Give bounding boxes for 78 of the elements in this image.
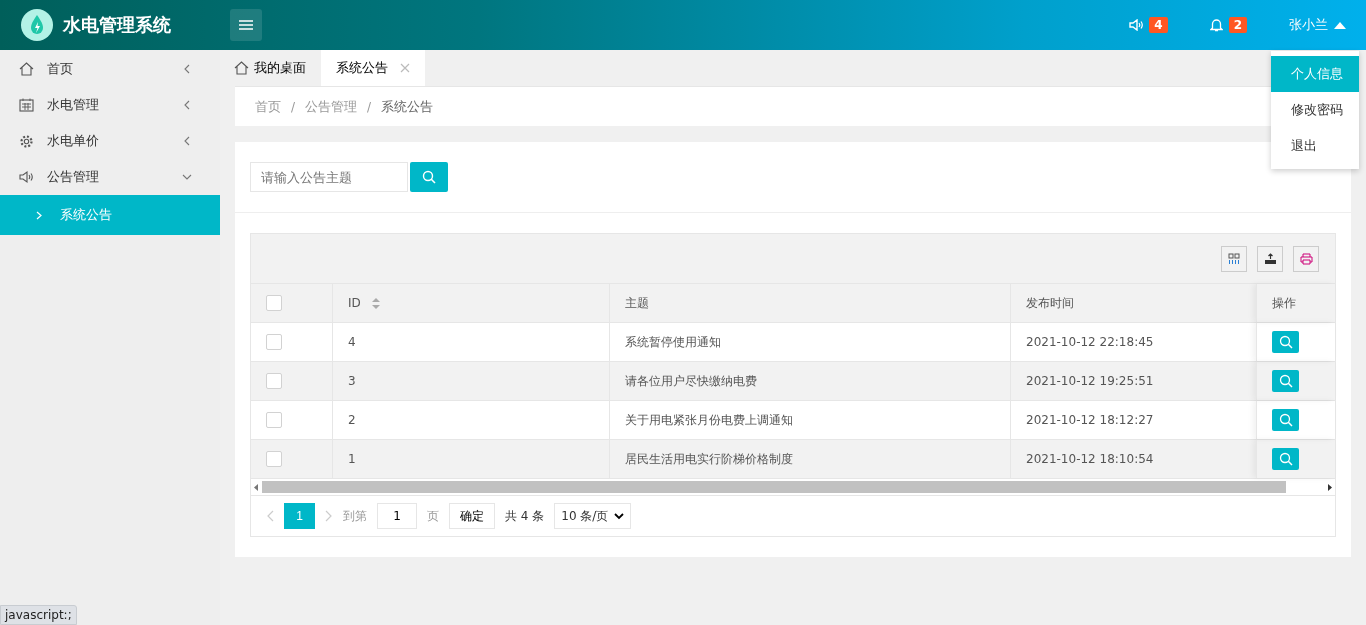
grid-icon [1228,252,1240,265]
table-cell: 关于用电紧张月份电费上调通知 [625,411,793,429]
table-cell: 请各位用户尽快缴纳电费 [625,372,757,390]
breadcrumb-separator: / [367,99,372,114]
search-field[interactable]: 请输入公告主题 [250,162,408,192]
checkbox[interactable] [266,295,282,311]
print-button[interactable] [1293,245,1319,272]
gear-icon [19,133,34,149]
table-cell: 2021-10-12 19:25:51 [1026,374,1154,388]
sidebar-item[interactable]: 首页 [0,51,220,87]
sidebar-item[interactable]: 水电管理 [0,87,220,123]
page-size-select[interactable]: 10 条/页 [554,503,632,529]
column-header: 主题 [625,294,649,312]
sidebar-item[interactable]: 公告管理 [0,159,220,195]
sort-icon[interactable] [370,296,381,310]
status-url-tooltip: javascript:; [0,605,77,625]
search-icon [1278,413,1293,427]
menu-item[interactable]: 退出 [1271,128,1359,164]
view-button[interactable] [1272,331,1299,353]
chevron-down-icon [614,512,625,520]
table-cell: 2021-10-12 18:10:54 [1026,452,1154,466]
goto-label: 到第 [343,507,367,525]
table-cell: 1 [348,452,356,466]
total-count: 共 4 条 [505,507,545,525]
printer-icon [1299,252,1313,265]
page-number-field[interactable]: 1 [377,503,417,529]
table-cell: 居民生活用电实行阶梯价格制度 [625,450,793,468]
table-cell: 2 [348,413,356,427]
column-header: 操作 [1272,294,1296,312]
previous-page-icon[interactable] [266,510,274,522]
scroll-left-icon[interactable] [254,483,258,491]
column-header: 发布时间 [1026,294,1074,312]
next-page-icon[interactable] [325,510,333,522]
checkbox[interactable] [266,412,282,428]
menu-toggle-button[interactable] [230,9,262,41]
checkbox[interactable] [266,373,282,389]
speaker-icon [19,170,34,184]
count-badge: 4 [1149,17,1168,33]
breadcrumb-link[interactable]: 系统公告 [381,97,434,116]
view-button[interactable] [1272,370,1299,392]
breadcrumb-separator: / [291,99,296,114]
search-icon [422,170,436,184]
menu-icon [239,20,253,30]
view-button[interactable] [1272,448,1299,470]
tab[interactable]: 系统公告 [321,50,425,86]
count-badge: 2 [1228,17,1247,33]
search-button[interactable] [410,162,448,192]
table-cell: 4 [348,335,356,349]
sidebar-item[interactable]: 水电单价 [0,123,220,159]
tab[interactable]: 我的桌面 [220,50,321,86]
speaker-icon [1129,19,1144,31]
view-button[interactable] [1272,409,1299,431]
bell-icon [1209,18,1223,32]
app-title: 水电管理系统 [63,13,171,37]
calendar-icon [19,98,34,112]
column-header[interactable]: ID [348,296,361,310]
checkbox[interactable] [266,451,282,467]
water-drop-logo-icon [21,9,53,41]
checkbox[interactable] [266,334,282,350]
page-unit-label: 页 [427,507,439,525]
confirm-button[interactable]: 确定 [449,503,495,529]
horizontal-scrollbar[interactable] [251,479,1335,496]
chevron-icon [36,210,42,220]
table-cell: 2021-10-12 18:12:27 [1026,413,1154,427]
search-icon [1278,335,1293,349]
search-icon [1278,374,1293,388]
home-icon [234,61,249,75]
close-icon[interactable] [400,63,410,73]
search-icon [1278,452,1293,466]
export-icon [1263,252,1277,265]
scroll-right-icon[interactable] [1328,483,1332,491]
table-cell: 3 [348,374,356,388]
export-button[interactable] [1257,245,1283,272]
columns-button[interactable] [1221,245,1247,272]
table-cell: 2021-10-12 22:18:45 [1026,335,1154,349]
home-icon [19,62,34,76]
menu-item[interactable]: 修改密码 [1271,92,1359,128]
table-cell: 系统暂停使用通知 [625,333,721,351]
